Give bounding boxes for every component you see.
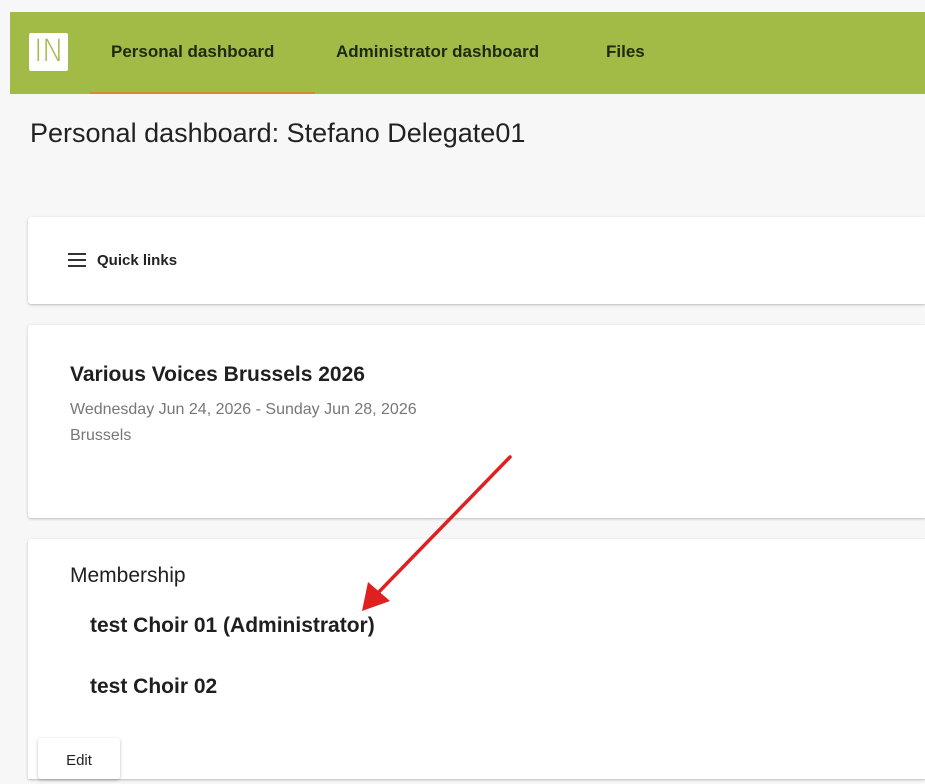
membership-card: Membership test Choir 01 (Administrator)… <box>28 539 925 779</box>
event-card: Various Voices Brussels 2026 Wednesday J… <box>28 325 925 518</box>
page-title: Personal dashboard: Stefano Delegate01 <box>30 118 526 148</box>
membership-title: Membership <box>70 564 186 587</box>
top-navigation-bar: IN Personal dashboard Administrator dash… <box>10 12 925 94</box>
event-location: Brussels <box>70 427 132 444</box>
quick-links-panel[interactable]: Quick links <box>28 217 925 304</box>
membership-item[interactable]: test Choir 01 (Administrator) <box>90 614 375 638</box>
event-dates: Wednesday Jun 24, 2026 - Sunday Jun 28, … <box>70 401 417 418</box>
nav-files[interactable]: Files <box>606 12 645 94</box>
membership-item[interactable]: test Choir 02 <box>90 675 217 699</box>
app-logo[interactable]: IN <box>29 33 68 71</box>
page: IN Personal dashboard Administrator dash… <box>10 12 925 779</box>
nav-personal-dashboard[interactable]: Personal dashboard <box>90 12 315 94</box>
quick-links-label: Quick links <box>97 252 178 269</box>
edit-button[interactable]: Edit <box>38 738 120 779</box>
nav-administrator-dashboard[interactable]: Administrator dashboard <box>336 12 539 94</box>
event-title: Various Voices Brussels 2026 <box>70 363 365 386</box>
menu-icon <box>68 253 86 267</box>
